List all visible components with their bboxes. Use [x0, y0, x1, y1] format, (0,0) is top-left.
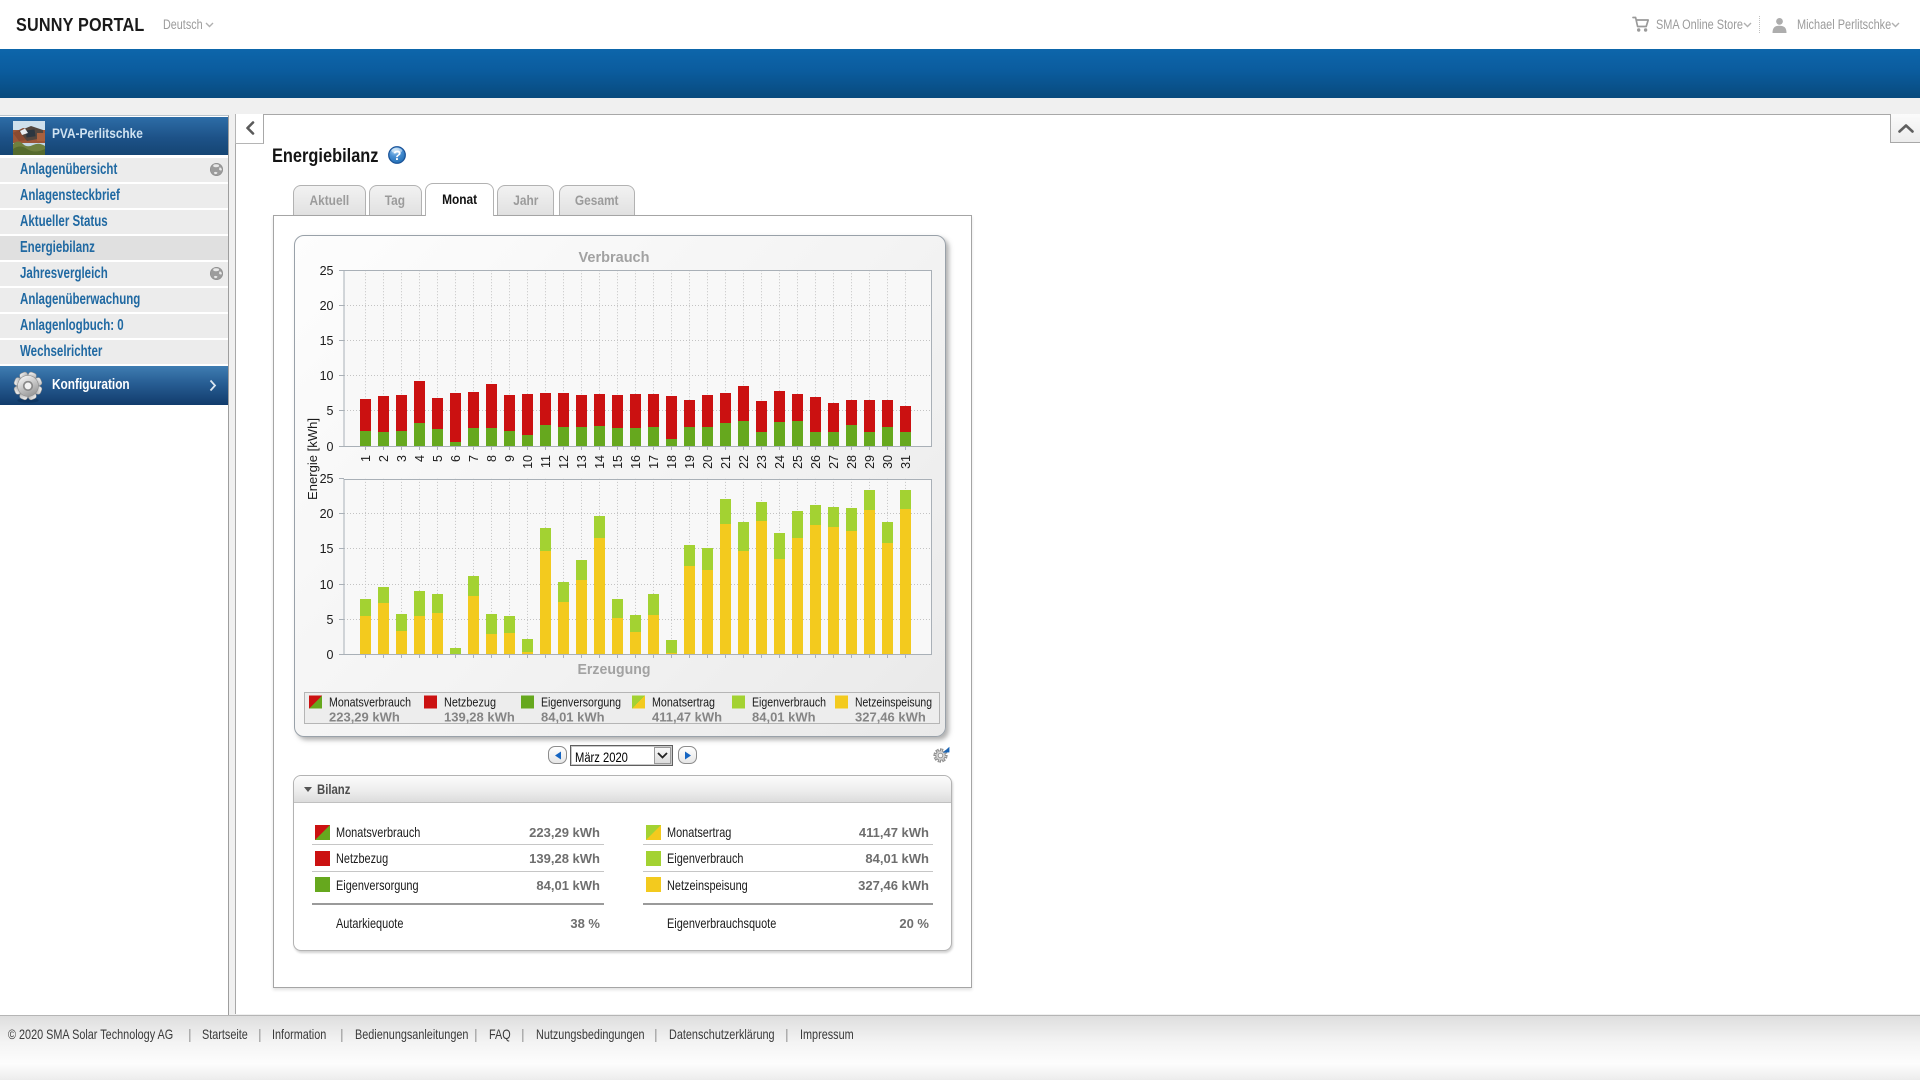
svg-text:10: 10 [320, 578, 334, 592]
svg-text:20: 20 [320, 299, 334, 313]
svg-text:Netzeinspeisung: Netzeinspeisung [855, 695, 932, 710]
svg-text:223,29 kWh: 223,29 kWh [329, 710, 400, 725]
svg-text:2: 2 [377, 455, 391, 462]
svg-text:5: 5 [431, 455, 445, 462]
svg-text:20: 20 [320, 507, 334, 521]
svg-text:5: 5 [327, 613, 334, 627]
svg-text:15: 15 [611, 455, 625, 469]
svg-text:31: 31 [899, 455, 913, 469]
svg-text:327,46 kWh: 327,46 kWh [855, 710, 926, 725]
svg-text:11: 11 [539, 455, 553, 468]
svg-text:9: 9 [503, 455, 517, 462]
svg-text:7: 7 [467, 455, 481, 462]
svg-text:25: 25 [791, 455, 805, 469]
svg-text:139,28 kWh: 139,28 kWh [444, 710, 515, 725]
svg-text:15: 15 [320, 542, 334, 556]
svg-text:6: 6 [449, 455, 463, 462]
svg-text:27: 27 [827, 455, 841, 469]
svg-text:4: 4 [413, 455, 427, 462]
svg-text:84,01 kWh: 84,01 kWh [752, 710, 816, 725]
svg-text:30: 30 [881, 455, 895, 469]
svg-text:0: 0 [327, 440, 334, 454]
svg-text:Monatsertrag: Monatsertrag [652, 695, 715, 710]
svg-text:21: 21 [719, 455, 733, 469]
svg-text:23: 23 [755, 455, 769, 469]
svg-text:Eigenversorgung: Eigenversorgung [541, 695, 621, 710]
svg-text:Energie [kWh]: Energie [kWh] [305, 418, 320, 500]
svg-text:19: 19 [683, 455, 697, 469]
svg-text:24: 24 [773, 455, 787, 469]
svg-text:16: 16 [629, 455, 643, 469]
svg-text:411,47 kWh: 411,47 kWh [652, 710, 722, 725]
svg-text:Erzeugung: Erzeugung [578, 661, 651, 678]
svg-text:Eigenverbrauch: Eigenverbrauch [752, 695, 826, 710]
svg-text:17: 17 [647, 455, 661, 469]
svg-text:18: 18 [665, 455, 679, 469]
svg-text:25: 25 [320, 264, 334, 278]
svg-text:15: 15 [320, 334, 334, 348]
svg-text:?: ? [393, 148, 401, 163]
svg-text:Netzbezug: Netzbezug [444, 695, 496, 710]
svg-text:84,01 kWh: 84,01 kWh [541, 710, 605, 725]
svg-text:10: 10 [521, 455, 535, 469]
svg-text:Verbrauch: Verbrauch [579, 249, 650, 266]
svg-text:26: 26 [809, 455, 823, 469]
svg-text:25: 25 [320, 472, 334, 486]
svg-text:22: 22 [737, 455, 751, 469]
svg-text:10: 10 [320, 369, 334, 383]
svg-text:8: 8 [485, 455, 499, 462]
svg-text:29: 29 [863, 455, 877, 469]
svg-text:5: 5 [327, 404, 334, 418]
svg-text:28: 28 [845, 455, 859, 469]
svg-text:20: 20 [701, 455, 715, 469]
svg-text:3: 3 [395, 455, 409, 462]
svg-text:12: 12 [557, 455, 571, 469]
svg-text:14: 14 [593, 455, 607, 469]
svg-text:1: 1 [359, 455, 373, 462]
svg-text:0: 0 [327, 648, 334, 662]
svg-text:Monatsverbrauch: Monatsverbrauch [329, 695, 411, 710]
svg-text:13: 13 [575, 455, 589, 469]
